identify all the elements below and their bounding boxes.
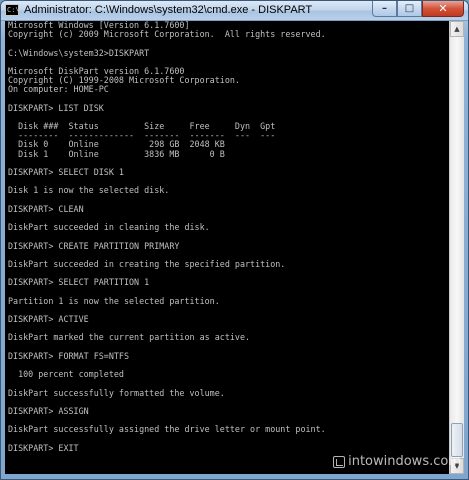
close-button[interactable]: ✕ (422, 1, 464, 17)
console-line: DISKPART> FORMAT FS=NTFS (8, 350, 130, 361)
console-line: DISKPART> SELECT DISK 1 (8, 167, 124, 177)
console-line: DISKPART> ACTIVE (8, 314, 89, 324)
console-line: DiskPart successfully formatted the volu… (8, 387, 225, 398)
cmd-app-icon[interactable]: C:\ (5, 4, 20, 16)
console-line: DISKPART> CREATE PARTITION PRIMARY (8, 240, 180, 251)
close-icon: ✕ (438, 2, 448, 15)
scrollbar-thumb[interactable] (451, 423, 463, 457)
maximize-icon: □ (404, 3, 415, 14)
console-line: Disk 1 Online 3836 MB 0 B (8, 148, 225, 159)
console-line: DISKPART> LIST DISK (8, 102, 104, 113)
console-line: DiskPart succeeded in creating the speci… (8, 258, 286, 269)
scroll-up-icon: ▲ (454, 25, 460, 33)
console-line: C:\Windows\system32>DISKPART (8, 47, 150, 58)
console-line: Partition 1 is now the selected partitio… (8, 295, 220, 306)
console-line: Copyright (c) 2009 Microsoft Corporation… (8, 29, 326, 40)
window-controls: – □ ✕ (372, 1, 464, 18)
minimize-button[interactable]: – (372, 1, 397, 17)
minimize-icon: – (382, 3, 387, 14)
console-line: DISKPART> EXIT (8, 442, 79, 453)
console-output[interactable]: Microsoft Windows [Version 6.1.7600] Copy… (5, 21, 451, 474)
maximize-button[interactable]: □ (397, 1, 422, 17)
title-bar[interactable]: C:\ Administrator: C:\Windows\system32\c… (1, 1, 468, 21)
console-line: DISKPART> CLEAN (8, 203, 84, 214)
watermark-logo-icon (333, 455, 346, 468)
console-line: DiskPart successfully assigned the drive… (8, 424, 326, 435)
console-line: DISKPART> ASSIGN (8, 405, 89, 416)
window-title: Administrator: C:\Windows\system32\cmd.e… (24, 4, 313, 16)
watermark: intowindows.com (333, 454, 461, 469)
console-line: Disk 1 is now the selected disk. (8, 185, 170, 196)
watermark-text: intowindows.com (348, 454, 461, 469)
cmd-window: C:\ Administrator: C:\Windows\system32\c… (0, 0, 469, 480)
console-line: 100 percent completed (8, 369, 124, 380)
scroll-up-button[interactable]: ▲ (450, 21, 464, 37)
console-line: DiskPart marked the current partition as… (8, 332, 251, 343)
console-line: On computer: HOME-PC (8, 84, 109, 95)
vertical-scrollbar[interactable]: ▲ ▼ (449, 21, 464, 474)
console-line: DISKPART> SELECT PARTITION 1 (8, 277, 150, 288)
console-line: DiskPart succeeded in cleaning the disk. (8, 222, 210, 233)
